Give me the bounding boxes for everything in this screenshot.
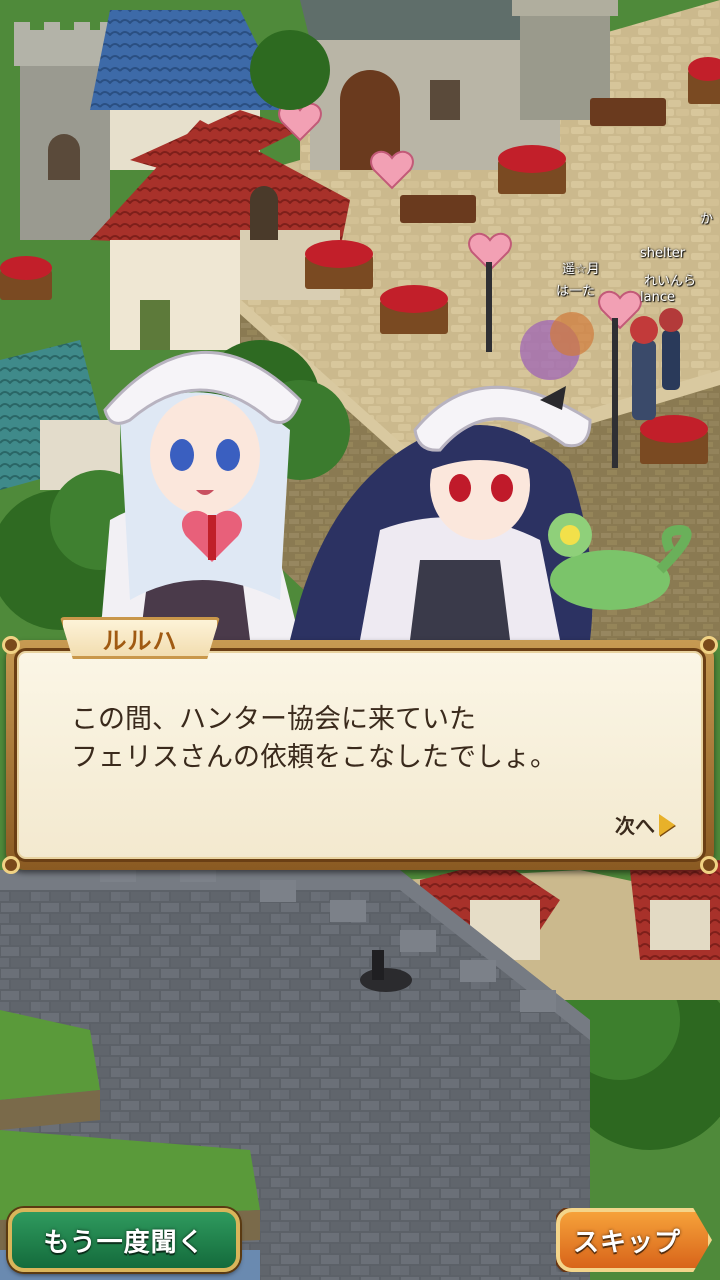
speaker-nameplate: ルルハ: [60, 617, 220, 659]
corner-ornament-icon: [700, 856, 718, 874]
player-name-label[interactable]: か: [700, 208, 713, 227]
corner-ornament-icon: [2, 636, 20, 654]
player-name-label[interactable]: shelter: [640, 246, 685, 261]
player-name-label[interactable]: れいんら: [644, 270, 696, 289]
player-name-label[interactable]: 遥☆月: [562, 258, 600, 277]
corner-ornament-icon: [2, 856, 20, 874]
skip-button[interactable]: スキップ: [556, 1208, 712, 1272]
replay-voice-button[interactable]: もう一度聞く: [8, 1208, 240, 1272]
triangle-right-icon: [659, 813, 675, 836]
speaker-name: ルルハ: [102, 626, 178, 655]
dialog-text: この間、ハンター協会に来ていた フェリスさんの依頼をこなしたでしょ。: [71, 704, 557, 773]
next-button[interactable]: 次へ: [615, 810, 675, 839]
dialog-panel: この間、ハンター協会に来ていた フェリスさんの依頼をこなしたでしょ。 次へ: [14, 648, 706, 862]
dialog-box[interactable]: この間、ハンター協会に来ていた フェリスさんの依頼をこなしたでしょ。 次へ: [2, 636, 718, 874]
next-label: 次へ: [615, 814, 655, 838]
character-left-portrait: [100, 350, 302, 640]
player-name-label[interactable]: は一た: [556, 280, 595, 299]
player-name-label[interactable]: lance: [640, 290, 675, 305]
corner-ornament-icon: [700, 636, 718, 654]
